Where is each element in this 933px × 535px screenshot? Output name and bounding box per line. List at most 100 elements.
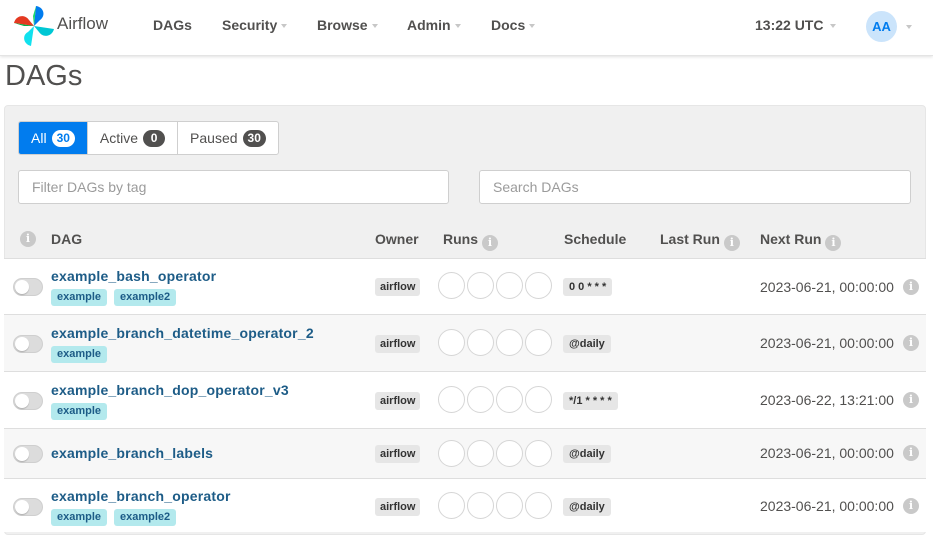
nav-browse-label: Browse xyxy=(317,17,368,33)
info-icon[interactable]: i xyxy=(482,235,498,251)
dag-tag[interactable]: example xyxy=(51,509,108,526)
info-icon[interactable]: i xyxy=(723,235,740,251)
run-state-circle[interactable] xyxy=(467,329,494,356)
next-run-value: 2023-06-22, 13:21:00 xyxy=(760,392,894,408)
info-icon[interactable]: i xyxy=(903,392,919,408)
runs-header-label: Runs xyxy=(443,231,478,247)
filter-paused-button[interactable]: Paused 30 xyxy=(178,122,278,154)
dag-tag[interactable]: example xyxy=(51,346,108,363)
nav-admin[interactable]: Admin xyxy=(407,17,461,33)
dag-link[interactable]: example_branch_operator xyxy=(51,488,231,504)
run-state-circle[interactable] xyxy=(525,272,552,299)
clock-label: 13:22 UTC xyxy=(755,17,824,33)
column-header-dag[interactable]: DAG xyxy=(51,231,82,247)
info-icon[interactable]: i xyxy=(903,335,919,351)
dag-tag[interactable]: example xyxy=(51,403,108,420)
run-state-circle[interactable] xyxy=(438,492,465,519)
schedule-badge[interactable]: @daily xyxy=(563,335,611,353)
run-state-circle[interactable] xyxy=(496,492,523,519)
nav-dags[interactable]: DAGs xyxy=(153,17,192,33)
dag-link[interactable]: example_branch_datetime_operator_2 xyxy=(51,325,314,341)
schedule-badge[interactable]: */1 * * * * xyxy=(563,392,618,410)
pause-toggle[interactable] xyxy=(13,445,43,463)
user-avatar[interactable]: AA xyxy=(866,11,897,42)
nav-docs[interactable]: Docs xyxy=(491,17,536,33)
pause-toggle[interactable] xyxy=(13,278,43,296)
run-state-circle[interactable] xyxy=(438,272,465,299)
info-icon[interactable]: i xyxy=(903,445,919,461)
owner-badge[interactable]: airflow xyxy=(375,335,421,353)
top-navbar: Airflow DAGs Security Browse Admin Docs … xyxy=(0,0,933,56)
dag-link[interactable]: example_bash_operator xyxy=(51,268,216,284)
schedule-badge[interactable]: 0 0 * * * xyxy=(563,278,613,296)
filter-paused-label: Paused xyxy=(190,130,238,146)
nav-admin-label: Admin xyxy=(407,17,451,33)
run-state-circle[interactable] xyxy=(467,272,494,299)
filter-active-count: 0 xyxy=(143,129,166,147)
run-state-circle[interactable] xyxy=(467,386,494,413)
nav-security[interactable]: Security xyxy=(222,17,288,33)
dag-tag[interactable]: example2 xyxy=(114,509,177,526)
owner-badge[interactable]: airflow xyxy=(375,498,421,516)
run-state-circle[interactable] xyxy=(525,386,552,413)
run-state-circle[interactable] xyxy=(438,386,465,413)
dag-tag[interactable]: example2 xyxy=(114,289,177,306)
filter-all-count: 30 xyxy=(51,129,75,147)
run-state-circle[interactable] xyxy=(525,492,552,519)
chevron-down-icon xyxy=(830,24,837,29)
chevron-down-icon xyxy=(281,24,288,29)
next-run-header-label: Next Run xyxy=(760,231,822,247)
run-state-circle[interactable] xyxy=(438,440,465,467)
column-header-schedule[interactable]: Schedule xyxy=(564,231,626,247)
info-icon[interactable]: i xyxy=(825,235,842,251)
next-run-value: 2023-06-21, 00:00:00 xyxy=(760,445,894,461)
next-run-value: 2023-06-21, 00:00:00 xyxy=(760,279,894,295)
filter-all-label: All xyxy=(31,130,47,146)
info-icon[interactable]: i xyxy=(903,498,919,514)
schedule-badge[interactable]: @daily xyxy=(563,445,611,463)
filter-paused-count: 30 xyxy=(242,129,266,147)
run-state-circle[interactable] xyxy=(438,329,465,356)
airflow-logo-icon[interactable] xyxy=(10,4,58,48)
dag-link[interactable]: example_branch_labels xyxy=(51,445,213,461)
run-state-circle[interactable] xyxy=(496,386,523,413)
owner-badge[interactable]: airflow xyxy=(375,392,421,410)
run-state-circle[interactable] xyxy=(496,329,523,356)
nav-browse[interactable]: Browse xyxy=(317,17,378,33)
timezone-clock[interactable]: 13:22 UTC xyxy=(755,17,837,33)
column-header-next-run: Next Run i xyxy=(760,231,842,251)
filter-active-button[interactable]: Active 0 xyxy=(88,122,179,154)
schedule-badge[interactable]: @daily xyxy=(563,498,611,516)
chevron-down-icon xyxy=(454,24,461,29)
pause-toggle[interactable] xyxy=(13,335,43,353)
nav-docs-label: Docs xyxy=(491,17,526,33)
chevron-down-icon xyxy=(371,24,378,29)
pause-toggle[interactable] xyxy=(13,392,43,410)
filter-all-button[interactable]: All 30 xyxy=(19,122,88,154)
next-run-value: 2023-06-21, 00:00:00 xyxy=(760,498,894,514)
dag-link[interactable]: example_branch_dop_operator_v3 xyxy=(51,382,289,398)
run-state-circle[interactable] xyxy=(467,440,494,467)
run-state-circle[interactable] xyxy=(496,272,523,299)
owner-badge[interactable]: airflow xyxy=(375,445,421,463)
run-state-circle[interactable] xyxy=(496,440,523,467)
column-header-runs: Runs i xyxy=(443,231,498,251)
run-state-circle[interactable] xyxy=(467,492,494,519)
tag-filter-input[interactable]: Filter DAGs by tag xyxy=(18,170,449,204)
chevron-down-icon[interactable] xyxy=(906,25,912,29)
run-state-circle[interactable] xyxy=(525,440,552,467)
info-icon[interactable]: i xyxy=(20,231,36,247)
filter-active-label: Active xyxy=(99,130,139,146)
nav-security-label: Security xyxy=(222,17,278,33)
status-filter-group: All 30 Active 0 Paused 30 xyxy=(18,121,279,155)
run-state-circle[interactable] xyxy=(525,329,552,356)
column-header-last-run: Last Run i xyxy=(660,231,740,251)
owner-badge[interactable]: airflow xyxy=(375,278,421,296)
column-header-owner[interactable]: Owner xyxy=(375,231,419,247)
info-icon[interactable]: i xyxy=(903,279,919,295)
next-run-value: 2023-06-21, 00:00:00 xyxy=(760,335,894,351)
dag-tag[interactable]: example xyxy=(51,289,108,306)
pause-toggle[interactable] xyxy=(13,498,43,516)
search-input[interactable]: Search DAGs xyxy=(479,170,911,204)
brand-name[interactable]: Airflow xyxy=(57,14,108,34)
